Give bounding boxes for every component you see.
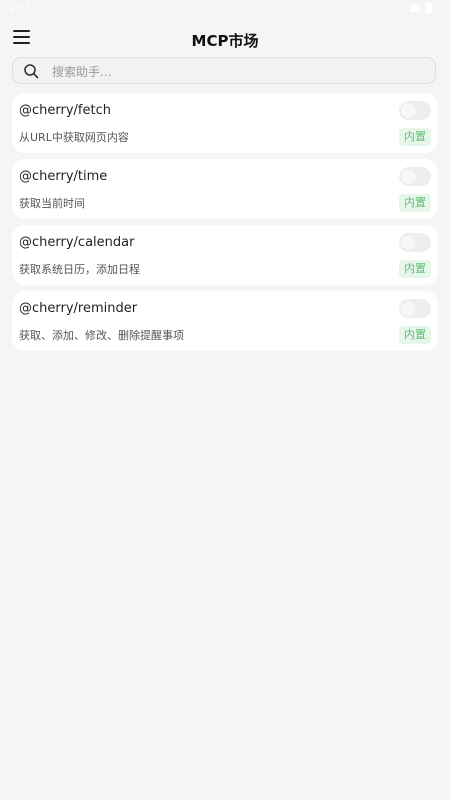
tool-description: 获取当前时间 [19, 197, 85, 210]
mcp-tool-card[interactable]: @cherry/fetch 从URL中获取网页内容 内置 [12, 93, 438, 153]
search-input[interactable] [50, 61, 424, 83]
page-title: MCP市场 [191, 32, 259, 50]
toggle-knob [401, 235, 416, 250]
mcp-tool-card[interactable]: @cherry/time 获取当前时间 内置 [12, 159, 438, 219]
mcp-tool-card[interactable]: @cherry/reminder 获取、添加、修改、删除提醒事项 内置 [12, 291, 438, 351]
wifi-icon [410, 4, 420, 12]
tool-name: @cherry/fetch [19, 103, 111, 118]
status-icons [410, 3, 432, 13]
tool-description: 获取系统日历，添加日程 [19, 263, 140, 276]
enable-toggle[interactable] [399, 101, 431, 120]
toggle-knob [401, 103, 416, 118]
tool-description: 从URL中获取网页内容 [19, 131, 129, 144]
app-header: MCP市场 [0, 22, 450, 56]
tool-name: @cherry/time [19, 169, 108, 184]
toggle-knob [401, 301, 416, 316]
status-bar: 2:11 [0, 0, 450, 18]
tool-name: @cherry/calendar [19, 235, 135, 250]
mcp-tool-card[interactable]: @cherry/calendar 获取系统日历，添加日程 内置 [12, 225, 438, 285]
mcp-tool-list: @cherry/fetch 从URL中获取网页内容 内置 @cherry/tim… [12, 93, 438, 357]
tool-description: 获取、添加、修改、删除提醒事项 [19, 329, 184, 342]
search-bar[interactable] [12, 57, 436, 84]
enable-toggle[interactable] [399, 299, 431, 318]
search-icon [24, 64, 39, 79]
toggle-knob [401, 169, 416, 184]
tool-name: @cherry/reminder [19, 301, 138, 316]
builtin-badge: 内置 [399, 128, 431, 146]
enable-toggle[interactable] [399, 167, 431, 186]
status-time: 2:11 [8, 2, 33, 15]
builtin-badge: 内置 [399, 194, 431, 212]
enable-toggle[interactable] [399, 233, 431, 252]
builtin-badge: 内置 [399, 260, 431, 278]
battery-icon [426, 3, 432, 13]
builtin-badge: 内置 [399, 326, 431, 344]
